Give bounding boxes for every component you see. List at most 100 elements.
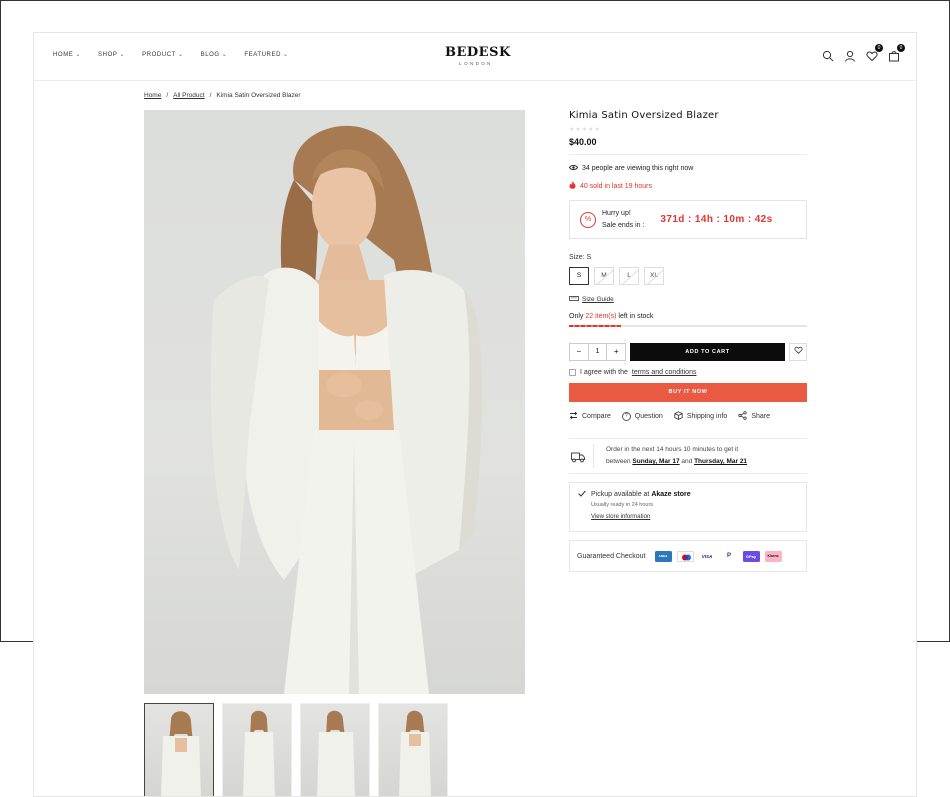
thumbnail-2[interactable]: [222, 703, 292, 796]
quantity-decrease-button[interactable]: −: [570, 344, 588, 360]
product-main-image[interactable]: [144, 110, 525, 694]
paypal-icon: P: [720, 550, 738, 562]
thumbnail-4[interactable]: [378, 703, 448, 796]
model-photo: [210, 125, 483, 694]
stock-notice: Only 22 item(s) left in stock: [569, 313, 807, 320]
chevron-down-icon: ⌄: [75, 52, 82, 58]
sold-notice: 40 sold in last 19 hours: [569, 181, 807, 191]
breadcrumb-separator: /: [209, 92, 212, 99]
nav-home[interactable]: HOME ⌄: [53, 51, 82, 59]
stock-progress-fill: [569, 325, 622, 327]
pickup-prefix: Pickup available at: [591, 491, 652, 498]
buy-it-now-button[interactable]: BUY IT NOW: [569, 383, 807, 402]
site-logo[interactable]: BEDESK LONDON: [445, 45, 511, 66]
breadcrumb: Home / All Product / Kimia Satin Oversiz…: [144, 92, 301, 99]
viewers-notice: 34 people are viewing this right now: [568, 164, 807, 173]
nav-blog[interactable]: BLOG ⌄: [200, 51, 228, 59]
store-info-link[interactable]: View store information: [591, 514, 798, 520]
terms-checkbox[interactable]: [569, 369, 576, 376]
ruler-icon: [569, 296, 579, 303]
product-info: Kimia Satin Oversized Blazer ★★★★★ $40.0…: [568, 110, 807, 572]
stock-prefix: Only: [569, 313, 586, 320]
amex-icon: AMEX: [654, 550, 672, 562]
thumbnail-1[interactable]: [144, 703, 214, 796]
hurry-line2: Sale ends in :: [602, 221, 645, 229]
hurry-line1: Hurry up!: [602, 209, 631, 217]
pickup-store: Akaze store: [651, 491, 691, 498]
delivery-estimate: Order in the next 14 hours 10 minutes to…: [569, 438, 807, 474]
wishlist-button[interactable]: [789, 343, 807, 361]
size-label: Size: S: [569, 254, 592, 261]
size-options: S M L XL: [569, 267, 807, 285]
hurry-text: Hurry up! Sale ends in :: [602, 208, 644, 232]
product-actions: Compare ? Question Shipping info Share: [569, 411, 807, 422]
shipping-info-label: Shipping info: [686, 413, 728, 420]
rating-stars[interactable]: ★★★★★: [569, 126, 807, 133]
stock-progress-bar: [569, 325, 807, 327]
quantity-stepper: − 1 +: [569, 343, 626, 361]
pickup-subtext: Usually ready in 24 hours: [591, 502, 654, 508]
header-icons: 0 0: [822, 44, 905, 62]
add-to-cart-button[interactable]: ADD TO CART: [630, 343, 785, 361]
size-guide-link[interactable]: Size Guide: [569, 296, 807, 303]
paypal-label: P: [726, 552, 731, 559]
compare-action[interactable]: Compare: [569, 411, 611, 422]
mastercard-icon: [676, 550, 694, 562]
nav-product[interactable]: PRODUCT ⌄: [142, 51, 184, 59]
terms-link[interactable]: terms and conditions: [632, 369, 697, 376]
compare-label: Compare: [582, 413, 611, 420]
stock-suffix: left in stock: [616, 313, 654, 320]
thumbnail-3[interactable]: [300, 703, 370, 796]
breadcrumb-separator: /: [166, 92, 169, 99]
delivery-text: Order in the next 14 hours 10 minutes to…: [593, 444, 747, 468]
user-icon[interactable]: [844, 49, 856, 62]
logo-subtitle: LONDON: [459, 61, 493, 66]
breadcrumb-all-product[interactable]: All Product: [173, 92, 204, 99]
viewers-text: 34 people are viewing this right now: [582, 165, 694, 172]
size-guide-label: Size Guide: [582, 296, 614, 303]
site-header: HOME ⌄ SHOP ⌄ PRODUCT ⌄ BLOG ⌄ FEATURED ⌄ BED…: [34, 33, 916, 81]
heart-icon[interactable]: 0: [866, 44, 883, 62]
breadcrumb-home[interactable]: Home: [144, 92, 161, 99]
sold-text: 40 sold in last 19 hours: [580, 182, 652, 190]
size-option-m[interactable]: M: [594, 267, 614, 285]
nav-shop-label: SHOP: [98, 51, 118, 58]
size-option-s[interactable]: S: [569, 267, 589, 285]
box-icon: [674, 411, 683, 422]
bag-icon[interactable]: 0: [888, 44, 905, 62]
question-icon: ?: [621, 412, 631, 421]
quantity-increase-button[interactable]: +: [607, 344, 625, 360]
nav-featured[interactable]: FEATURED ⌄: [244, 51, 289, 59]
klarna-icon: Klarna: [764, 550, 782, 562]
discount-icon: %: [580, 211, 596, 228]
logo-wordmark: BEDESK: [445, 45, 511, 60]
chevron-down-icon: ⌄: [221, 52, 228, 58]
gpay-icon: GPay: [742, 550, 760, 562]
delivery-between: between: [606, 458, 633, 465]
compare-icon: [569, 411, 578, 422]
product-title: Kimia Satin Oversized Blazer: [569, 110, 719, 121]
quantity-input[interactable]: 1: [587, 344, 608, 360]
chevron-down-icon: ⌄: [283, 52, 289, 58]
delivery-date-end: Thursday, Mar 21: [694, 458, 748, 465]
share-action[interactable]: Share: [738, 411, 770, 422]
thumbnail-strip: [144, 703, 448, 796]
nav-home-label: HOME: [53, 51, 74, 58]
delivery-date-start: Sunday, Mar 17: [632, 458, 680, 465]
guaranteed-checkout: Guaranteed Checkout AMEX VISA P GPay Kla…: [569, 540, 807, 572]
klarna-label: Klarna: [767, 553, 779, 558]
question-label: Question: [634, 413, 663, 420]
visa-icon: VISA: [698, 550, 716, 562]
size-option-xl[interactable]: XL: [644, 267, 664, 285]
shipping-info-action[interactable]: Shipping info: [674, 411, 727, 422]
nav-shop[interactable]: SHOP ⌄: [98, 51, 125, 59]
breadcrumb-current: Kimia Satin Oversized Blazer: [216, 92, 301, 99]
visa-label: VISA: [701, 553, 713, 559]
nav-blog-label: BLOG: [200, 51, 220, 58]
delivery-and: and: [679, 458, 695, 465]
checkmark-icon: [578, 490, 586, 499]
size-option-l[interactable]: L: [619, 267, 639, 285]
divider: [569, 154, 807, 155]
question-action[interactable]: ? Question: [621, 411, 663, 422]
search-icon[interactable]: [822, 49, 834, 62]
